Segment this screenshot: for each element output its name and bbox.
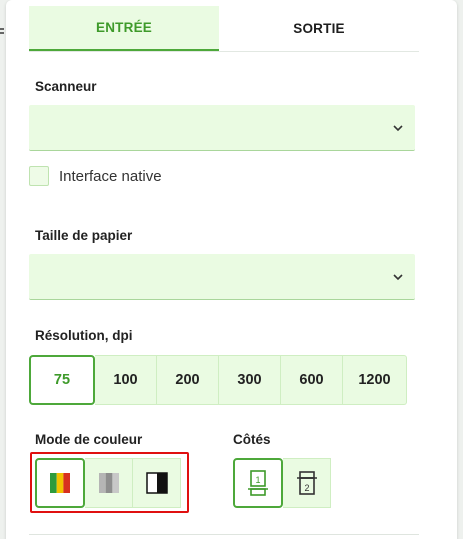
- sides-label: Côtés: [233, 432, 271, 447]
- native-interface-checkbox[interactable]: [29, 166, 49, 186]
- sides-group: 1 2: [233, 458, 331, 508]
- resolution-group: 75 100 200 300 600 1200: [29, 355, 407, 405]
- single-side-number: 1: [255, 475, 260, 485]
- sides-double-button[interactable]: 2: [283, 458, 331, 508]
- chevron-down-icon: [393, 125, 403, 132]
- resolution-option-300[interactable]: 300: [219, 355, 281, 405]
- tab-bar: ENTRÉE SORTIE: [29, 6, 419, 52]
- tab-input[interactable]: ENTRÉE: [29, 6, 219, 51]
- scanner-label: Scanneur: [35, 79, 97, 94]
- window-edge-icon: [0, 28, 4, 34]
- section-divider: [29, 534, 419, 535]
- double-side-icon: 2: [296, 471, 317, 495]
- color-mode-highlight-box: [30, 452, 189, 513]
- paper-size-label: Taille de papier: [35, 228, 133, 243]
- paper-size-select[interactable]: [29, 254, 415, 300]
- double-side-number: 2: [304, 483, 309, 493]
- resolution-label: Résolution, dpi: [35, 328, 133, 343]
- tab-output[interactable]: SORTIE: [219, 6, 419, 51]
- resolution-option-200[interactable]: 200: [157, 355, 219, 405]
- chevron-down-icon: [393, 274, 403, 281]
- resolution-option-100[interactable]: 100: [95, 355, 157, 405]
- resolution-option-75[interactable]: 75: [29, 355, 95, 405]
- native-interface-label: Interface native: [59, 167, 162, 185]
- native-interface-row[interactable]: Interface native: [29, 166, 162, 186]
- resolution-option-1200[interactable]: 1200: [343, 355, 407, 405]
- resolution-option-600[interactable]: 600: [281, 355, 343, 405]
- single-side-icon: 1: [248, 470, 268, 496]
- scanner-select[interactable]: [29, 105, 415, 151]
- color-mode-label: Mode de couleur: [35, 432, 143, 447]
- sides-single-button[interactable]: 1: [233, 458, 283, 508]
